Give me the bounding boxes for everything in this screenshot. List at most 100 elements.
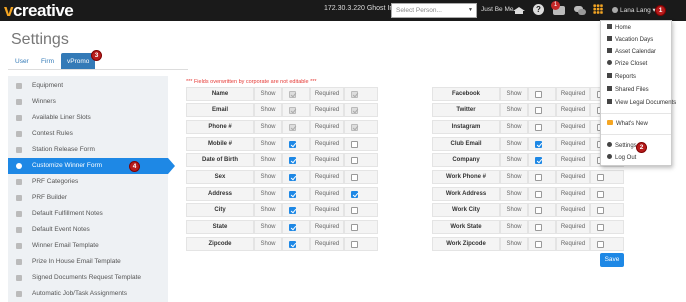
tab-divider bbox=[8, 69, 188, 70]
show-cell bbox=[528, 87, 556, 101]
show-checkbox[interactable] bbox=[535, 207, 542, 214]
sidebar-item-prize-email-template[interactable]: Prize In House Email Template bbox=[8, 254, 168, 270]
save-button[interactable]: Save bbox=[600, 253, 624, 267]
show-checkbox[interactable] bbox=[289, 157, 296, 164]
annotation-badge-3: 3 bbox=[91, 50, 102, 61]
menu-item-log-out[interactable]: Log Out bbox=[607, 152, 671, 164]
menu-item-reports[interactable]: Reports bbox=[607, 71, 671, 83]
show-checkbox[interactable] bbox=[535, 224, 542, 231]
just-be-me-link[interactable]: Just Be Me bbox=[481, 6, 514, 13]
list-icon bbox=[16, 243, 22, 249]
menu-item-home[interactable]: Home bbox=[607, 22, 671, 34]
folder-icon bbox=[607, 86, 612, 91]
list-icon bbox=[16, 115, 22, 121]
tab-user[interactable]: User bbox=[15, 53, 29, 70]
vcreative-logo[interactable]: vcreative bbox=[4, 1, 74, 21]
required-checkbox bbox=[351, 107, 358, 114]
show-cell bbox=[282, 120, 310, 134]
show-checkbox[interactable] bbox=[535, 107, 542, 114]
required-label: Required bbox=[556, 137, 590, 151]
apps-grid-icon[interactable] bbox=[593, 4, 603, 14]
sidebar-item-customize-winner-form[interactable]: Customize Winner Form bbox=[8, 158, 175, 174]
help-icon[interactable]: ? bbox=[533, 4, 544, 15]
menu-item-prize-closet[interactable]: Prize Closet bbox=[607, 58, 671, 70]
required-checkbox bbox=[351, 91, 358, 98]
tab-firm[interactable]: Firm bbox=[41, 53, 54, 70]
show-cell bbox=[282, 153, 310, 167]
list-icon bbox=[16, 195, 22, 201]
menu-item-vacation-days[interactable]: Vacation Days bbox=[607, 34, 671, 46]
show-checkbox[interactable] bbox=[289, 174, 296, 181]
show-checkbox[interactable] bbox=[289, 207, 296, 214]
list-icon bbox=[16, 131, 22, 137]
show-checkbox[interactable] bbox=[289, 224, 296, 231]
annotation-badge-1: 1 bbox=[655, 5, 666, 16]
show-label: Show bbox=[254, 137, 282, 151]
show-checkbox[interactable] bbox=[535, 191, 542, 198]
show-cell bbox=[528, 103, 556, 117]
required-cell bbox=[344, 170, 378, 184]
show-label: Show bbox=[500, 170, 528, 184]
required-checkbox[interactable] bbox=[351, 207, 358, 214]
show-checkbox[interactable] bbox=[535, 91, 542, 98]
required-checkbox[interactable] bbox=[597, 224, 604, 231]
sidebar-item-liner-slots[interactable]: Available Liner Slots bbox=[8, 110, 168, 126]
sidebar-item-signed-docs-template[interactable]: Signed Documents Request Template bbox=[8, 270, 168, 286]
sidebar-item-station-release-form[interactable]: Station Release Form bbox=[8, 142, 168, 158]
menu-item-legal-documents[interactable]: View Legal Documents bbox=[607, 97, 676, 109]
sidebar-item-contest-rules[interactable]: Contest Rules bbox=[8, 126, 168, 142]
required-cell bbox=[344, 220, 378, 234]
sidebar-item-equipment[interactable]: Equipment bbox=[8, 78, 168, 94]
show-checkbox[interactable] bbox=[535, 241, 542, 248]
show-checkbox[interactable] bbox=[535, 174, 542, 181]
select-person-dropdown[interactable]: Select Person... ▼ bbox=[391, 3, 477, 18]
show-checkbox[interactable] bbox=[289, 191, 296, 198]
sidebar-item-fulfillment-notes[interactable]: Default Fulfillment Notes bbox=[8, 206, 168, 222]
show-checkbox[interactable] bbox=[535, 157, 542, 164]
required-checkbox[interactable] bbox=[351, 157, 358, 164]
field-name-label: Address bbox=[186, 187, 254, 201]
required-label: Required bbox=[310, 103, 344, 117]
show-checkbox[interactable] bbox=[535, 141, 542, 148]
required-label: Required bbox=[556, 170, 590, 184]
show-checkbox[interactable] bbox=[535, 124, 542, 131]
required-checkbox[interactable] bbox=[597, 241, 604, 248]
field-name-label: Date of Birth bbox=[186, 153, 254, 167]
field-name-label: Mobile # bbox=[186, 137, 254, 151]
show-checkbox bbox=[289, 91, 296, 98]
required-cell bbox=[344, 120, 378, 134]
menu-item-whats-new[interactable]: What's New bbox=[607, 118, 671, 130]
user-menu-toggle[interactable]: Lana Lang ▾ bbox=[612, 6, 656, 14]
required-cell bbox=[590, 237, 624, 251]
show-cell bbox=[528, 120, 556, 134]
required-checkbox[interactable] bbox=[351, 224, 358, 231]
field-name-label: Sex bbox=[186, 170, 254, 184]
required-label: Required bbox=[556, 103, 590, 117]
required-label: Required bbox=[556, 120, 590, 134]
chat-icon[interactable] bbox=[574, 6, 587, 16]
sidebar-item-event-notes[interactable]: Default Event Notes bbox=[8, 222, 168, 238]
show-cell bbox=[528, 153, 556, 167]
sidebar-item-prf-categories[interactable]: PRF Categories bbox=[8, 174, 168, 190]
required-checkbox[interactable] bbox=[597, 207, 604, 214]
sidebar-item-prf-builder[interactable]: PRF Builder bbox=[8, 190, 168, 206]
show-checkbox[interactable] bbox=[289, 241, 296, 248]
sidebar-item-winners[interactable]: Winners bbox=[8, 94, 168, 110]
list-icon bbox=[16, 275, 22, 281]
field-name-label: Work Address bbox=[432, 187, 500, 201]
show-checkbox[interactable] bbox=[289, 141, 296, 148]
required-checkbox[interactable] bbox=[351, 174, 358, 181]
required-checkbox[interactable] bbox=[351, 241, 358, 248]
required-label: Required bbox=[556, 153, 590, 167]
show-label: Show bbox=[500, 187, 528, 201]
required-label: Required bbox=[310, 170, 344, 184]
sidebar-item-winner-email-template[interactable]: Winner Email Template bbox=[8, 238, 168, 254]
required-checkbox[interactable] bbox=[597, 191, 604, 198]
menu-item-asset-calendar[interactable]: Asset Calendar bbox=[607, 46, 671, 58]
required-checkbox[interactable] bbox=[351, 141, 358, 148]
graduation-cap-icon[interactable] bbox=[512, 4, 526, 16]
required-checkbox[interactable] bbox=[351, 191, 358, 198]
menu-item-shared-files[interactable]: Shared Files bbox=[607, 84, 671, 96]
sidebar-item-auto-assignments[interactable]: Automatic Job/Task Assignments bbox=[8, 286, 168, 302]
required-checkbox[interactable] bbox=[597, 174, 604, 181]
